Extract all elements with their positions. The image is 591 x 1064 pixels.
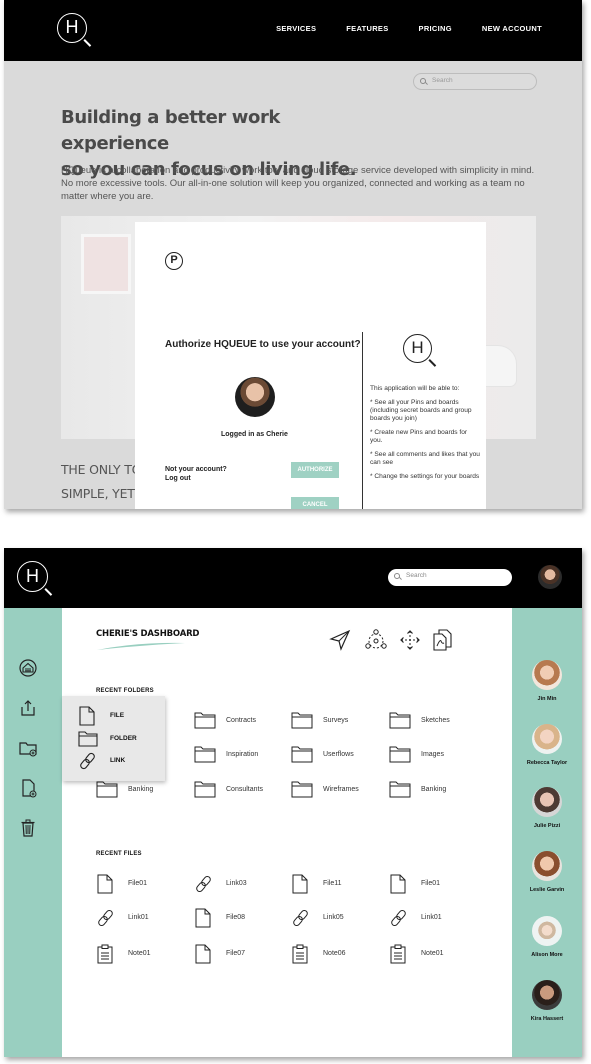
avatar: [532, 660, 562, 690]
user-avatar[interactable]: [538, 565, 562, 589]
hqueue-logo[interactable]: H: [17, 561, 53, 595]
top-nav: H Search: [4, 548, 582, 608]
home-icon[interactable]: [18, 658, 38, 678]
team-member[interactable]: Kira Hassert: [512, 980, 582, 1022]
link-icon: [80, 752, 95, 770]
link-icon: [291, 908, 311, 933]
nav-new-account[interactable]: NEW ACCOUNT: [482, 24, 542, 33]
team-member[interactable]: Rebecca Taylor: [512, 724, 582, 766]
avatar: [532, 787, 562, 817]
note-icon: [389, 944, 407, 969]
folder-icon: [96, 780, 118, 803]
folder-icon: [194, 780, 216, 803]
avatar: [235, 377, 275, 417]
send-icon[interactable]: [328, 628, 352, 652]
authorize-button[interactable]: AUTHORIZE: [291, 462, 339, 478]
team-member[interactable]: Jin Min: [512, 660, 582, 702]
page-title: CHERIE'S DASHBOARD: [96, 629, 200, 639]
logged-in-label: Logged in as Cherie: [221, 431, 288, 438]
search-input[interactable]: Search: [388, 569, 512, 586]
folder-icon: [389, 711, 411, 734]
avatar: [532, 916, 562, 946]
team-member[interactable]: Julie Pizzi: [512, 787, 582, 829]
note-icon: [96, 944, 114, 969]
new-item-menu: FILE FOLDER LINK: [62, 696, 165, 781]
account-switch: Not your account? Log out: [165, 466, 227, 483]
avatar: [532, 724, 562, 754]
search-icon: [394, 573, 400, 579]
file-icon: [194, 944, 212, 969]
menu-item-link[interactable]: LINK: [78, 751, 125, 771]
folder-icon: [291, 711, 313, 734]
new-folder-icon[interactable]: [18, 738, 38, 758]
hqueue-logo: H: [403, 334, 437, 366]
note-icon: [291, 944, 309, 969]
team-member[interactable]: Leslie Garvin: [512, 851, 582, 893]
nav-features[interactable]: FEATURES: [346, 24, 388, 33]
authorize-title: Authorize HQUEUE to use your account?: [165, 339, 361, 350]
recent-files-label: RECENT FILES: [96, 851, 142, 857]
top-nav: H SERVICES FEATURES PRICING NEW ACCOUNT: [4, 0, 582, 61]
nav-links: SERVICES FEATURES PRICING NEW ACCOUNT: [276, 24, 542, 33]
upload-icon[interactable]: [18, 698, 38, 718]
hqueue-logo[interactable]: H: [57, 13, 92, 46]
pinterest-icon: P: [165, 252, 183, 270]
file-icon: [389, 874, 407, 899]
folder-icon: [389, 780, 411, 803]
team-member[interactable]: Alison More: [512, 916, 582, 958]
folder-icon: [194, 711, 216, 734]
permissions-list: This application will be able to: * See …: [370, 385, 480, 480]
folder-icon: [291, 745, 313, 768]
authorize-modal: P Authorize HQUEUE to use your account? …: [135, 222, 486, 509]
menu-item-file[interactable]: FILE: [78, 706, 124, 726]
folder-icon: [291, 780, 313, 803]
landing-page: H SERVICES FEATURES PRICING NEW ACCOUNT …: [4, 0, 582, 509]
share-team-icon[interactable]: [364, 628, 388, 652]
folder-icon: [389, 745, 411, 768]
move-icon[interactable]: [398, 628, 422, 652]
left-sidebar: [4, 608, 62, 1057]
cancel-button[interactable]: CANCEL: [291, 497, 339, 509]
modal-divider: [362, 332, 363, 509]
wall-art: [81, 234, 131, 294]
dashboard-page: H Search Jin Min Rebecca Taylor Julie Pi…: [4, 548, 582, 1057]
new-file-icon[interactable]: [18, 778, 38, 798]
title-underline: [97, 642, 185, 650]
file-icon: [79, 706, 95, 726]
logout-link[interactable]: Log out: [165, 474, 227, 483]
file-icon: [96, 874, 114, 899]
link-icon: [194, 874, 214, 899]
search-input[interactable]: Search: [413, 73, 537, 90]
trash-icon[interactable]: [18, 818, 38, 838]
link-icon: [96, 908, 116, 933]
folder-icon: [78, 731, 98, 747]
pdf-icon[interactable]: [430, 628, 454, 652]
avatar: [532, 980, 562, 1010]
nav-pricing[interactable]: PRICING: [419, 24, 452, 33]
recent-folders-label: RECENT FOLDERS: [96, 688, 154, 694]
hero-description: HQueue is a collaboration and productivi…: [61, 165, 535, 202]
link-icon: [389, 908, 409, 933]
search-icon: [420, 78, 426, 84]
nav-services[interactable]: SERVICES: [276, 24, 316, 33]
menu-item-folder[interactable]: FOLDER: [78, 729, 137, 749]
file-icon: [194, 908, 212, 933]
right-sidebar-team: Jin Min Rebecca Taylor Julie Pizzi Lesli…: [512, 608, 582, 1057]
file-icon: [291, 874, 309, 899]
avatar: [532, 851, 562, 881]
folder-icon: [194, 745, 216, 768]
